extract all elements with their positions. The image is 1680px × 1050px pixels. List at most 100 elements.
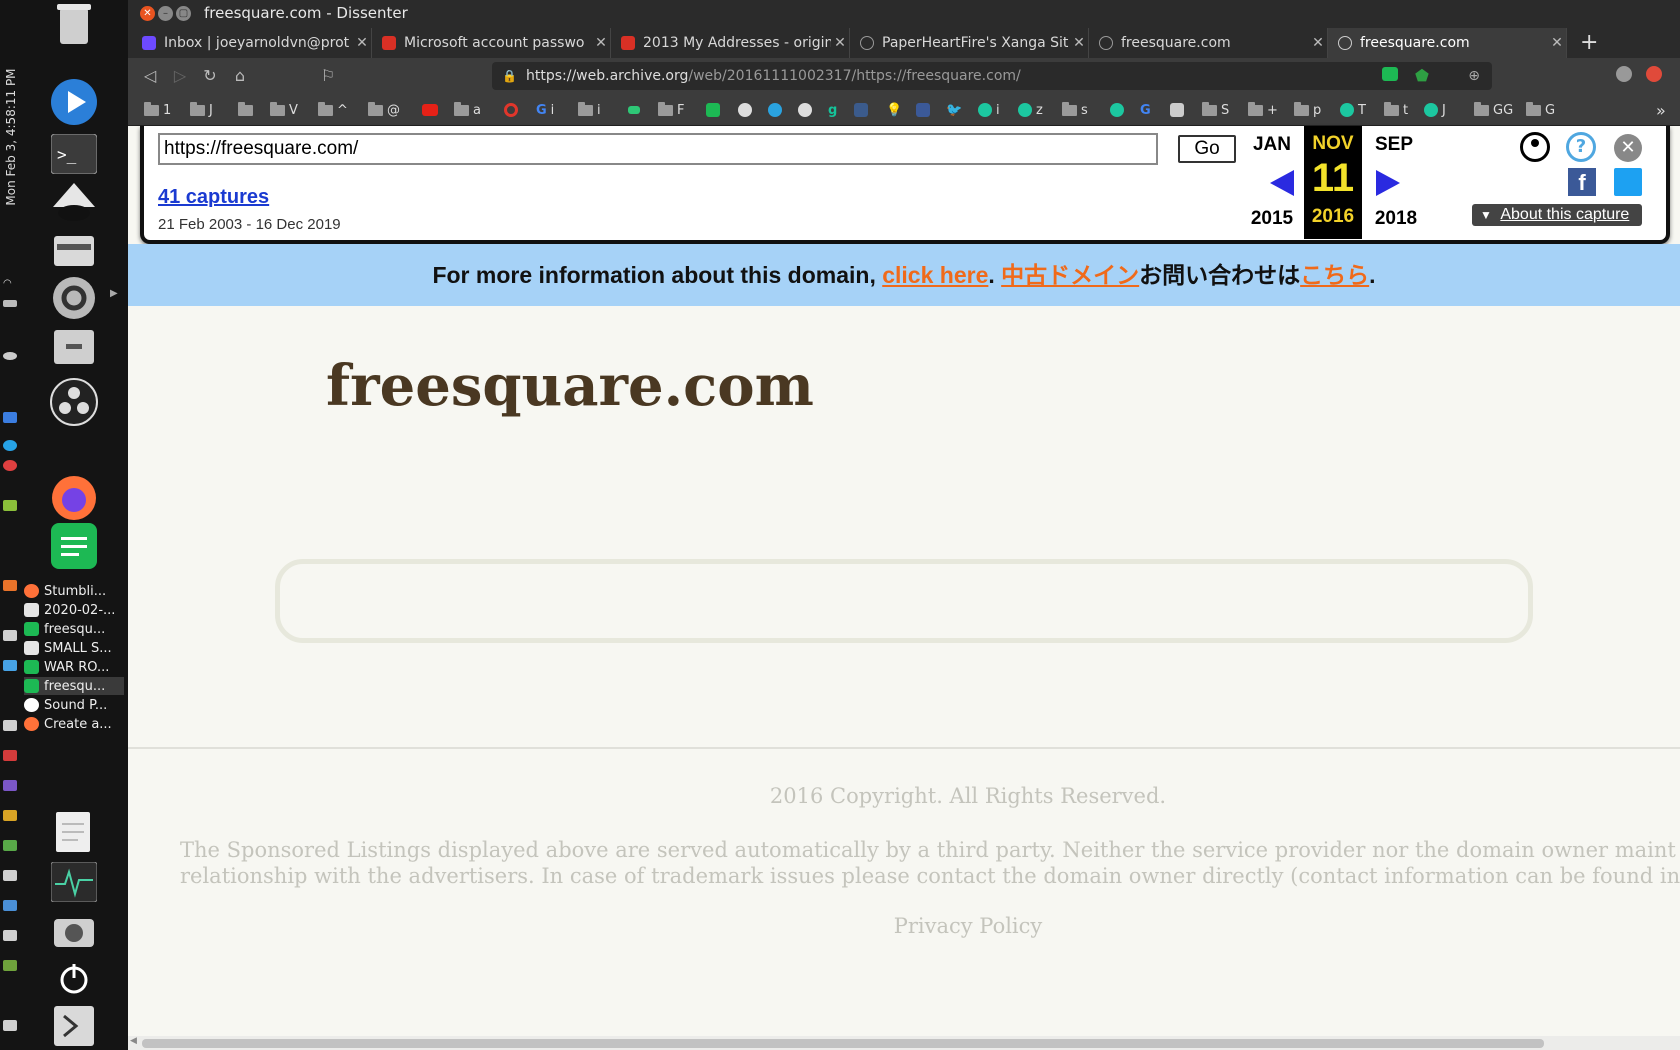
search-input[interactable] bbox=[275, 559, 1533, 643]
chrome-app-icon[interactable] bbox=[3, 412, 17, 423]
notes-app-icon[interactable] bbox=[48, 522, 100, 570]
forward-button[interactable]: ▷ bbox=[170, 66, 190, 86]
window-list-item[interactable]: Stumbli... bbox=[24, 582, 124, 600]
bookmark-folder[interactable]: s bbox=[1062, 100, 1088, 120]
bookmark-link[interactable]: J bbox=[1424, 100, 1446, 120]
bookmark-link[interactable] bbox=[706, 100, 720, 120]
contact-here-link[interactable]: こちら bbox=[1300, 262, 1369, 288]
site-title[interactable]: freesquare.com bbox=[326, 353, 814, 419]
terminal-icon[interactable]: >_ bbox=[48, 130, 100, 178]
profile-icon[interactable] bbox=[1614, 66, 1634, 86]
youtube-icon[interactable] bbox=[422, 100, 438, 120]
tray-app-icon[interactable] bbox=[3, 960, 17, 971]
bookmark-folder[interactable]: i bbox=[578, 100, 601, 120]
prev-year-label[interactable]: 2015 bbox=[1242, 208, 1302, 230]
close-tab-icon[interactable]: ✕ bbox=[831, 35, 849, 51]
bookmark-folder[interactable]: t bbox=[1384, 100, 1408, 120]
bookmark-link[interactable]: T bbox=[1340, 100, 1366, 120]
bookmark-folder[interactable]: F bbox=[658, 100, 684, 120]
camera-icon[interactable] bbox=[48, 906, 100, 954]
used-domain-link[interactable]: 中古ドメイン bbox=[1001, 262, 1139, 288]
media-player-icon[interactable] bbox=[48, 78, 100, 126]
bookmark-link[interactable]: G bbox=[1140, 100, 1151, 120]
bookmark-folder[interactable]: V bbox=[270, 100, 298, 120]
archive-manager-icon[interactable] bbox=[48, 322, 100, 370]
tray-app-icon[interactable] bbox=[3, 660, 17, 671]
bookmarks-overflow-icon[interactable]: » bbox=[1656, 100, 1666, 120]
inkscape-icon[interactable] bbox=[48, 178, 100, 226]
tab[interactable]: freesquare.com ✕ bbox=[1089, 28, 1328, 58]
clock[interactable]: Mon Feb 3, 4:58:11 PM bbox=[0, 60, 22, 220]
tray-app-icon[interactable] bbox=[3, 780, 17, 791]
close-tab-icon[interactable]: ✕ bbox=[1070, 35, 1088, 51]
bookmark-link[interactable] bbox=[1110, 100, 1124, 120]
tray-app-icon[interactable] bbox=[3, 630, 17, 641]
bookmark-folder[interactable]: 1 bbox=[144, 100, 171, 120]
bookmark-link[interactable]: Gi bbox=[536, 100, 554, 120]
home-button[interactable]: ⌂ bbox=[230, 66, 250, 86]
bookmark-link[interactable] bbox=[1170, 100, 1184, 120]
tab[interactable]: 2013 My Addresses - origin ✕ bbox=[611, 28, 850, 58]
next-capture-arrow-icon[interactable] bbox=[1376, 170, 1400, 196]
prev-month-label[interactable]: JAN bbox=[1242, 134, 1302, 156]
bookmark-folder[interactable]: GG bbox=[1474, 100, 1513, 120]
tab[interactable]: Microsoft account passwo ✕ bbox=[372, 28, 611, 58]
close-window-button[interactable]: ✕ bbox=[140, 6, 155, 21]
bookmark-link[interactable] bbox=[798, 100, 812, 120]
system-monitor-icon[interactable] bbox=[48, 858, 100, 906]
firefox-icon[interactable] bbox=[48, 474, 100, 522]
tab[interactable]: PaperHeartFire's Xanga Sit ✕ bbox=[850, 28, 1089, 58]
power-icon[interactable] bbox=[48, 954, 100, 1002]
bookmark-folder[interactable]: + bbox=[1248, 100, 1278, 120]
window-list-item[interactable]: Sound P... bbox=[24, 696, 124, 714]
minimize-window-button[interactable]: – bbox=[158, 6, 173, 21]
system-settings-icon[interactable] bbox=[48, 274, 100, 322]
bookmark-link[interactable] bbox=[916, 100, 930, 120]
close-icon[interactable]: ✕ bbox=[1614, 134, 1642, 162]
bookmark-link[interactable] bbox=[628, 100, 640, 120]
trash-icon[interactable] bbox=[48, 0, 100, 48]
account-icon[interactable] bbox=[1520, 132, 1550, 162]
reload-button[interactable]: ↻ bbox=[200, 66, 220, 86]
text-editor-icon[interactable] bbox=[48, 808, 100, 856]
window-list-item-active[interactable]: freesqu... bbox=[24, 677, 124, 695]
window-list-item[interactable]: SMALL S... bbox=[24, 639, 124, 657]
bookmark-folder[interactable]: J bbox=[190, 100, 213, 120]
tab[interactable]: Inbox | joeyarnoldvn@prot ✕ bbox=[132, 28, 372, 58]
bookmark-icon[interactable]: ⚐ bbox=[318, 66, 338, 86]
tray-app-icon[interactable] bbox=[3, 810, 17, 821]
battery-icon[interactable] bbox=[3, 300, 17, 307]
bookmark-link[interactable]: 💡 bbox=[886, 100, 902, 120]
close-tab-icon[interactable]: ✕ bbox=[353, 35, 371, 51]
shield-icon[interactable]: ⬟ bbox=[1412, 66, 1432, 86]
twitter-icon[interactable] bbox=[1614, 168, 1642, 196]
scroll-left-icon[interactable]: ◀ bbox=[130, 1036, 137, 1046]
wayback-url-input[interactable] bbox=[158, 133, 1158, 165]
bookmark-link[interactable]: 🐦 bbox=[946, 100, 962, 120]
bookmark-link[interactable]: i bbox=[978, 100, 1000, 120]
horizontal-scrollbar[interactable]: ◀ bbox=[128, 1036, 1680, 1050]
bookmark-link[interactable]: z bbox=[1018, 100, 1043, 120]
bookmark-folder[interactable]: p bbox=[1294, 100, 1321, 120]
bookmark-link[interactable]: g bbox=[828, 100, 837, 120]
maximize-window-button[interactable]: ▢ bbox=[176, 6, 191, 21]
bookmark-folder[interactable]: S bbox=[1202, 100, 1229, 120]
extension-icon[interactable] bbox=[1380, 66, 1400, 86]
next-month-label[interactable]: SEP bbox=[1364, 134, 1424, 156]
facebook-icon[interactable]: f bbox=[1568, 168, 1596, 196]
tray-app-icon[interactable] bbox=[3, 720, 17, 731]
obs-studio-icon[interactable] bbox=[48, 378, 100, 426]
scanner-icon[interactable] bbox=[48, 226, 100, 274]
click-here-link[interactable]: click here bbox=[882, 262, 988, 288]
window-list-item[interactable]: Create a... bbox=[24, 715, 124, 733]
close-tab-icon[interactable]: ✕ bbox=[1548, 35, 1566, 51]
window-list-item[interactable]: WAR RO... bbox=[24, 658, 124, 676]
wifi-icon[interactable]: ◠ bbox=[3, 278, 17, 289]
bookmark-folder[interactable]: a bbox=[454, 100, 481, 120]
tray-app-icon[interactable] bbox=[3, 580, 17, 591]
dropbox-icon[interactable] bbox=[3, 352, 17, 360]
privacy-policy-link[interactable]: Privacy Policy bbox=[128, 914, 1680, 938]
dock-expand-arrow-icon[interactable]: ▶ bbox=[110, 288, 118, 299]
tray-app-icon[interactable] bbox=[3, 750, 17, 761]
tray-app-icon[interactable] bbox=[3, 500, 17, 511]
